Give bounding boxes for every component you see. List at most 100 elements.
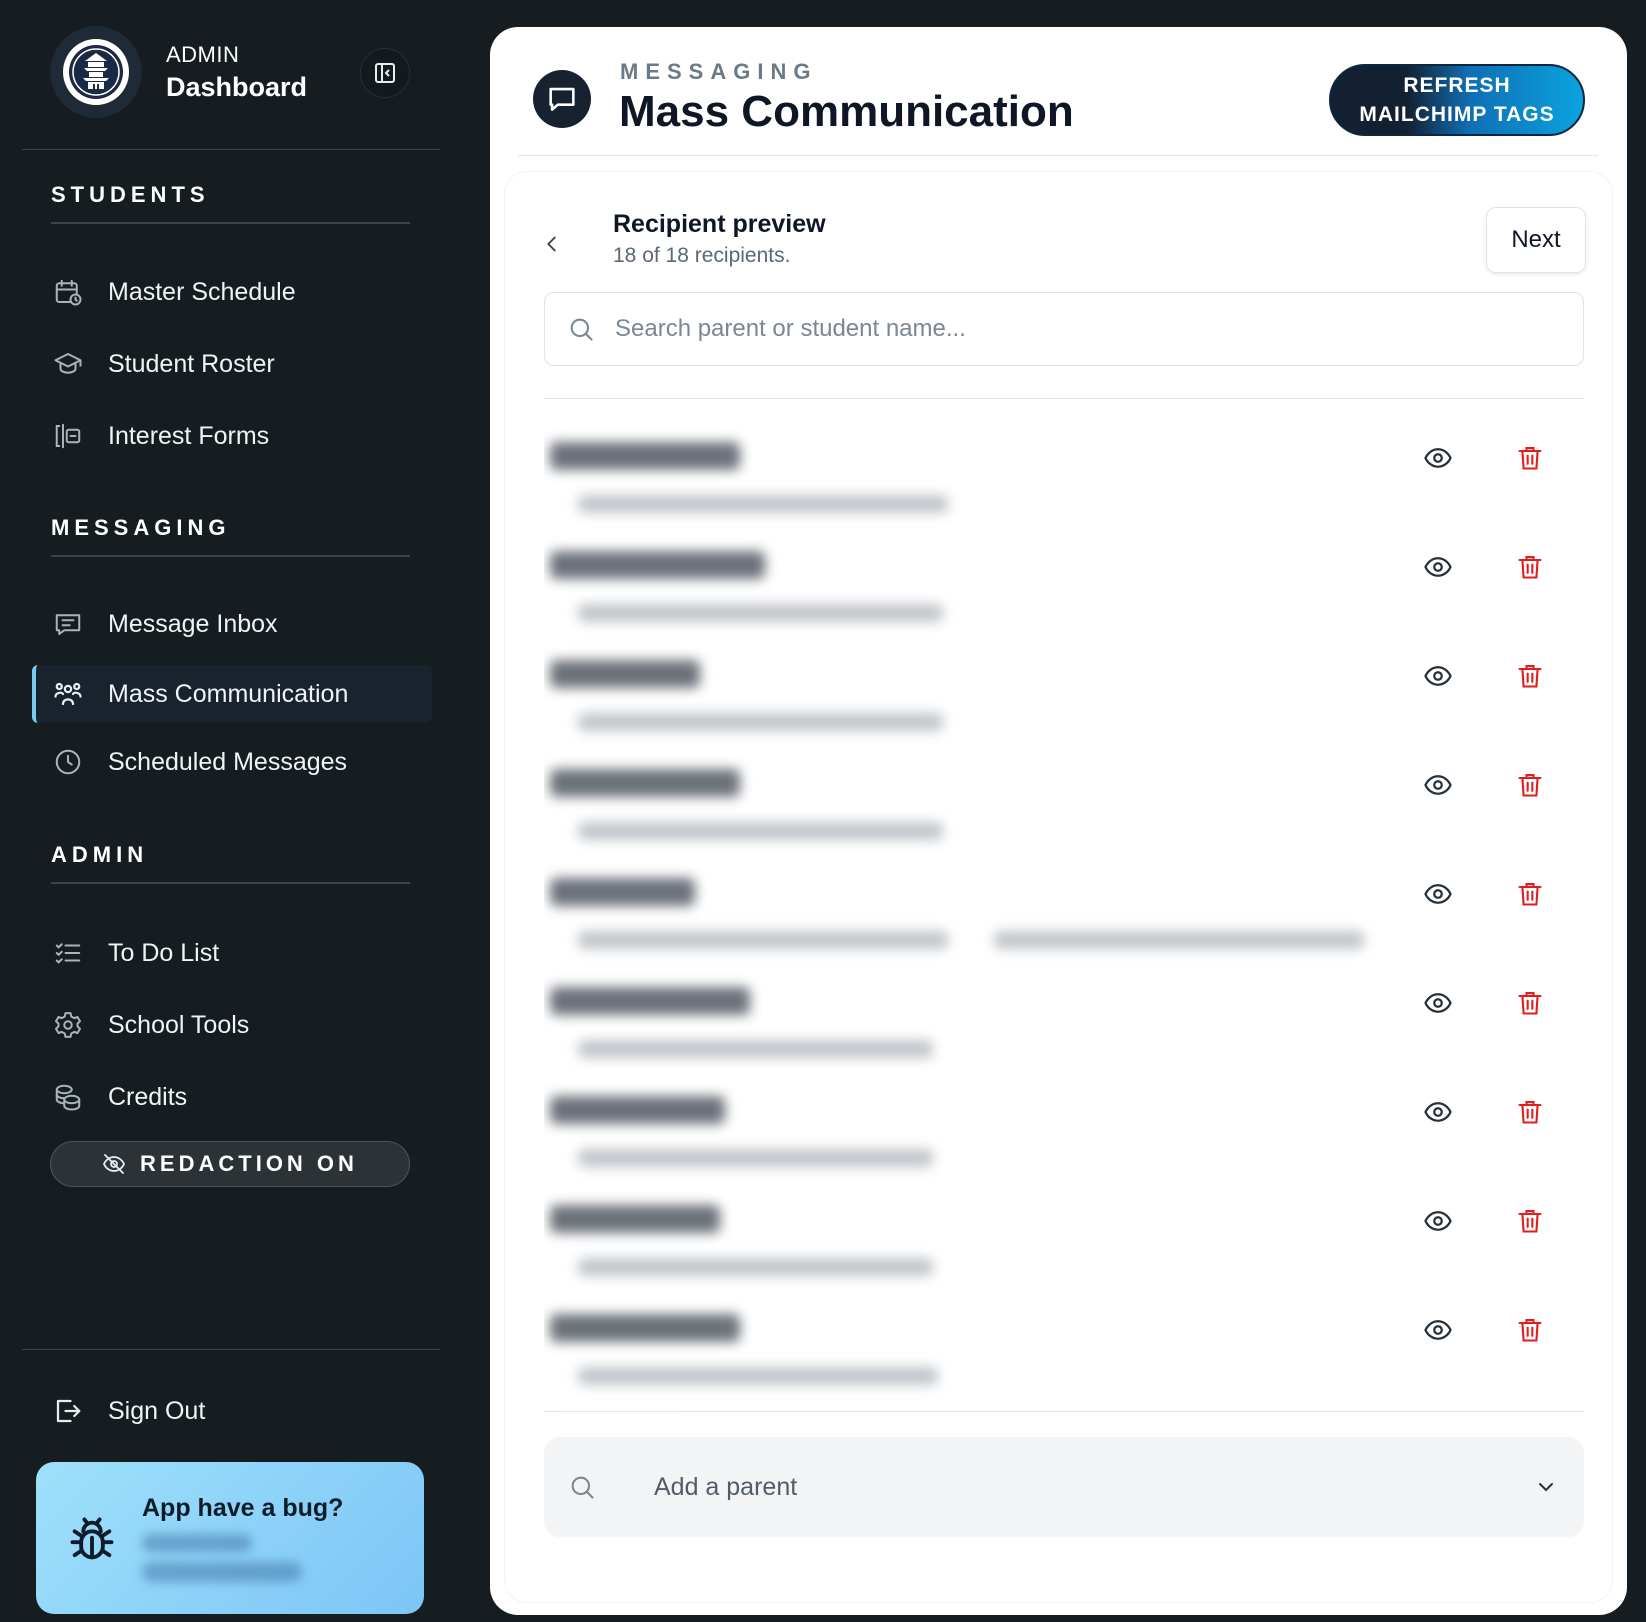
preview-button[interactable] xyxy=(1420,658,1456,694)
sidebar-item-label: Message Inbox xyxy=(108,609,278,638)
trash-icon xyxy=(1518,883,1542,906)
list-item xyxy=(544,945,1584,1058)
remove-button[interactable] xyxy=(1512,767,1548,803)
message-square-icon xyxy=(549,87,575,111)
section-rule xyxy=(51,555,410,557)
sign-out-button[interactable]: Sign Out xyxy=(32,1382,432,1440)
users-icon xyxy=(52,678,84,710)
preview-button[interactable] xyxy=(1420,1312,1456,1348)
panel-left-icon xyxy=(375,63,395,83)
list-divider xyxy=(544,398,1584,399)
redaction-label: REDACTION ON xyxy=(140,1151,358,1176)
trash-icon xyxy=(1518,1319,1542,1342)
sidebar-item-label: To Do List xyxy=(108,938,220,967)
sidebar-item-to-do-list[interactable]: To Do List xyxy=(32,924,432,982)
list-checks-icon xyxy=(52,937,84,969)
brand-label-big: Dashboard xyxy=(166,72,308,102)
add-parent-placeholder: Add a parent xyxy=(654,1472,798,1501)
eye-icon xyxy=(1424,448,1452,468)
refresh-label-line2: MAILCHIMP TAGS xyxy=(1359,103,1555,126)
back-button[interactable] xyxy=(535,227,569,261)
header-badge xyxy=(533,70,591,128)
remove-button[interactable] xyxy=(1512,440,1548,476)
remove-button[interactable] xyxy=(1512,658,1548,694)
preview-button[interactable] xyxy=(1420,440,1456,476)
sidebar-item-master-schedule[interactable]: Master Schedule xyxy=(32,263,432,321)
recipient-list[interactable] xyxy=(544,400,1584,1412)
chevron-down-icon[interactable] xyxy=(1534,1475,1558,1499)
eye-icon xyxy=(1424,993,1452,1013)
search-icon xyxy=(570,318,593,341)
sidebar-item-label: School Tools xyxy=(108,1010,250,1039)
eye-icon xyxy=(1424,1320,1452,1340)
refresh-mailchimp-tags-button[interactable]: REFRESH MAILCHIMP TAGS xyxy=(1329,64,1585,136)
preview-button[interactable] xyxy=(1420,985,1456,1021)
recipient-preview-title: Recipient preview xyxy=(613,210,826,238)
preview-button[interactable] xyxy=(1420,767,1456,803)
sidebar-item-student-roster[interactable]: Student Roster xyxy=(32,335,432,393)
eye-icon xyxy=(1424,884,1452,904)
sidebar-item-school-tools[interactable]: School Tools xyxy=(32,996,432,1054)
redacted-name xyxy=(550,769,740,797)
preview-button[interactable] xyxy=(1420,1203,1456,1239)
redacted-name xyxy=(550,551,765,579)
list-item xyxy=(544,836,1584,949)
redacted-text xyxy=(142,1562,302,1582)
remove-button[interactable] xyxy=(1512,985,1548,1021)
remove-button[interactable] xyxy=(1512,549,1548,585)
collapse-sidebar-button[interactable] xyxy=(360,48,410,98)
list-item xyxy=(544,1054,1584,1167)
sidebar-item-message-inbox[interactable]: Message Inbox xyxy=(32,595,432,653)
redacted-name xyxy=(550,987,750,1015)
preview-button[interactable] xyxy=(1420,549,1456,585)
section-title-students: STUDENTS xyxy=(51,182,210,207)
message-square-icon xyxy=(52,608,84,640)
header-divider xyxy=(518,155,1598,156)
trash-icon xyxy=(1518,1101,1542,1124)
search-input[interactable] xyxy=(615,315,1515,343)
sidebar-item-interest-forms[interactable]: Interest Forms xyxy=(32,407,432,465)
preview-button[interactable] xyxy=(1420,1094,1456,1130)
redaction-toggle[interactable]: REDACTION ON xyxy=(50,1141,410,1187)
redacted-name xyxy=(550,442,740,470)
sidebar-item-mass-communication[interactable]: Mass Communication xyxy=(32,665,432,723)
school-logo[interactable] xyxy=(50,26,142,118)
eye-icon xyxy=(1424,557,1452,577)
form-input-icon xyxy=(52,420,84,452)
sidebar-divider xyxy=(22,149,440,150)
sidebar-item-label: Credits xyxy=(108,1082,188,1111)
log-out-icon xyxy=(52,1395,84,1427)
add-parent-combobox[interactable]: Add a parent xyxy=(544,1437,1584,1537)
bug-icon xyxy=(70,1517,114,1560)
remove-button[interactable] xyxy=(1512,1094,1548,1130)
list-item xyxy=(544,1163,1584,1276)
list-item xyxy=(544,1381,1584,1411)
trash-icon xyxy=(1518,774,1542,797)
remove-button[interactable] xyxy=(1512,1312,1548,1348)
sidebar-item-credits[interactable]: Credits xyxy=(32,1068,432,1126)
trash-icon xyxy=(1518,992,1542,1015)
redacted-name xyxy=(550,878,695,906)
clock-icon xyxy=(52,746,84,778)
school-logo-emblem xyxy=(63,39,129,105)
next-button[interactable]: Next xyxy=(1486,207,1586,273)
preview-button[interactable] xyxy=(1420,876,1456,912)
list-item xyxy=(544,618,1584,731)
sidebar: ADMIN Dashboard STUDENTS Master Schedule… xyxy=(0,0,460,1622)
report-bug-card[interactable]: App have a bug? xyxy=(36,1462,424,1614)
sidebar-item-label: Master Schedule xyxy=(108,277,296,306)
sidebar-item-label: Student Roster xyxy=(108,349,275,378)
eye-icon xyxy=(1424,775,1452,795)
eye-icon xyxy=(1424,1102,1452,1122)
main-panel: MESSAGING Mass Communication REFRESH MAI… xyxy=(490,27,1627,1615)
list-item xyxy=(544,727,1584,840)
sidebar-item-scheduled-messages[interactable]: Scheduled Messages xyxy=(32,733,432,791)
coins-icon xyxy=(52,1081,84,1113)
pagoda-logo-icon xyxy=(69,45,123,99)
sidebar-item-label: Interest Forms xyxy=(108,421,270,450)
list-item xyxy=(544,1272,1584,1385)
remove-button[interactable] xyxy=(1512,876,1548,912)
list-item xyxy=(544,509,1584,622)
redacted-text xyxy=(142,1534,252,1552)
remove-button[interactable] xyxy=(1512,1203,1548,1239)
